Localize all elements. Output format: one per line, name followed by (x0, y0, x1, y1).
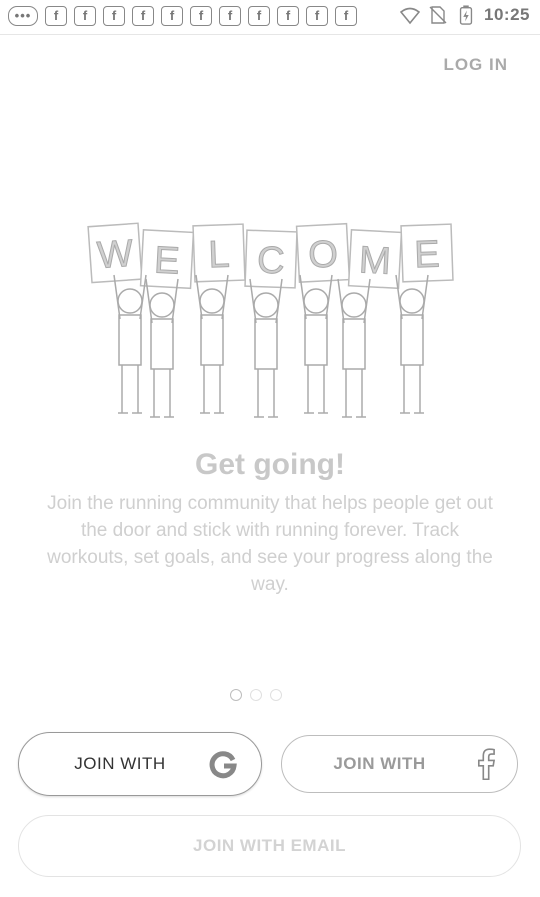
message-icon: ••• (8, 6, 38, 26)
clock: 10:25 (484, 5, 530, 24)
status-bar: ••• f f f f f f f f f f f 10:25 (0, 0, 540, 35)
facebook-notification-icon: f (190, 6, 212, 26)
sign-letter: E (153, 239, 181, 282)
welcome-sign: WELCOME (87, 222, 454, 290)
join-with-facebook-label: JOIN WITH (333, 754, 426, 773)
facebook-notification-icon: f (248, 6, 270, 26)
sign-card: M (347, 228, 403, 290)
person-figure (299, 274, 333, 414)
facebook-notification-icon: f (45, 6, 67, 26)
page-indicator (230, 689, 282, 701)
welcome-illustration: WELCOME (87, 222, 454, 418)
person-figure (249, 278, 283, 418)
facebook-notification-icon: f (306, 6, 328, 26)
sign-letter: L (208, 234, 231, 277)
sign-card: L (192, 223, 246, 283)
page-dot (230, 689, 242, 701)
join-with-google-label: JOIN WITH (74, 754, 166, 773)
login-link[interactable]: LOG IN (443, 55, 508, 75)
people-group (113, 274, 429, 418)
notification-icons: ••• f f f f f f f f f f f (8, 6, 357, 26)
facebook-notification-icon: f (103, 6, 125, 26)
join-with-facebook-button[interactable]: JOIN WITH (281, 735, 518, 793)
page-title: Get going! (195, 448, 345, 481)
join-with-google-button[interactable]: JOIN WITH (18, 732, 262, 796)
wifi-icon (400, 7, 421, 25)
person-figure (395, 274, 429, 414)
person-figure (113, 274, 147, 414)
sign-letter: E (414, 234, 441, 277)
person-figure (195, 274, 229, 414)
battery-charging-icon (459, 5, 473, 25)
facebook-notification-icon: f (277, 6, 299, 26)
facebook-icon (477, 748, 495, 780)
sign-card: O (295, 222, 351, 284)
facebook-notification-icon: f (335, 6, 357, 26)
sign-card: W (87, 222, 143, 284)
google-icon (209, 751, 237, 779)
page-description: Join the running community that helps pe… (47, 493, 493, 595)
facebook-notification-icon: f (74, 6, 96, 26)
page-dot (250, 689, 262, 701)
page-dot (270, 689, 282, 701)
sign-letter: O (307, 233, 339, 276)
system-status: 10:25 (400, 5, 530, 25)
sign-card: C (244, 229, 298, 289)
join-with-email-label: JOIN WITH EMAIL (193, 836, 346, 855)
sign-card: E (400, 223, 454, 283)
no-sim-icon (429, 6, 447, 24)
facebook-notification-icon: f (132, 6, 154, 26)
sign-letter: C (256, 240, 285, 283)
sign-letter: W (96, 233, 135, 277)
facebook-notification-icon: f (161, 6, 183, 26)
sign-letter: M (358, 239, 392, 283)
join-with-email-button[interactable]: JOIN WITH EMAIL (18, 815, 521, 877)
sign-card: E (139, 228, 195, 290)
person-figure (145, 278, 179, 418)
facebook-notification-icon: f (219, 6, 241, 26)
person-figure (337, 278, 371, 418)
